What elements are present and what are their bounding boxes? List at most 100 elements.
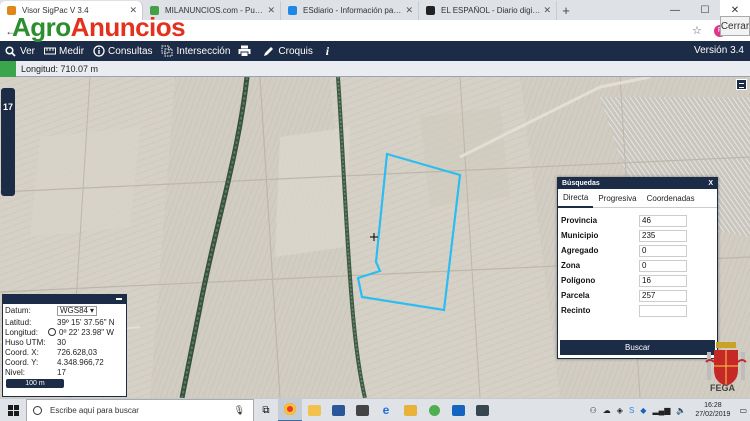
poligono-label: Polígono xyxy=(561,276,596,285)
bookmark-star-icon[interactable]: ☆ xyxy=(692,24,708,37)
medir-button[interactable]: Medir xyxy=(43,45,84,58)
media-app-icon[interactable] xyxy=(446,399,470,421)
municipio-input[interactable]: 235 xyxy=(639,229,687,242)
tab-close-icon[interactable]: ✕ xyxy=(267,5,275,16)
browser-tab-3[interactable]: EL ESPAÑOL - Diario digital, plur ✕ xyxy=(419,1,557,20)
zoom-level-tab[interactable]: 17 xyxy=(1,88,15,196)
skype-icon[interactable]: S xyxy=(629,406,634,415)
volume-icon[interactable]: 🔈 xyxy=(676,406,686,415)
agregado-input[interactable]: 0 xyxy=(639,244,687,257)
microphone-icon[interactable]: 🎙 xyxy=(234,405,245,416)
taskbar-search-box[interactable]: Escribe aquí para buscar 🎙 xyxy=(26,398,254,421)
tab-title: EL ESPAÑOL - Diario digital, plur xyxy=(441,6,541,15)
agregado-label: Agregado xyxy=(561,246,599,255)
zona-input[interactable]: 0 xyxy=(639,259,687,272)
clock-time: 16:28 xyxy=(704,402,722,409)
busquedas-tabs: Directa Progresiva Coordenadas xyxy=(558,189,717,208)
tab-progresiva[interactable]: Progresiva xyxy=(593,189,641,208)
interseccion-label: Intersección xyxy=(176,45,231,57)
task-view-icon[interactable]: ⧉ xyxy=(254,399,278,421)
print-button[interactable] xyxy=(238,45,254,58)
people-icon[interactable]: ⚇ xyxy=(590,406,597,415)
consultas-label: Consultas xyxy=(108,45,153,57)
poligono-input[interactable]: 16 xyxy=(639,274,687,287)
clock-date: 27/02/2019 xyxy=(695,411,731,418)
close-tooltip: Cerrar xyxy=(720,16,750,36)
length-bar: Longitud: 710.07 m xyxy=(0,60,750,77)
tab-coordenadas[interactable]: Coordenadas xyxy=(642,189,700,208)
word-icon[interactable] xyxy=(326,399,350,421)
recinto-input[interactable] xyxy=(639,304,687,317)
dropbox-icon[interactable]: ◆ xyxy=(640,406,646,415)
layers-icon[interactable] xyxy=(736,79,747,90)
buscar-button[interactable]: Buscar xyxy=(560,340,715,355)
tab-directa[interactable]: Directa xyxy=(558,189,594,208)
huso-value: 30 xyxy=(57,337,66,347)
windows-logo-icon xyxy=(7,404,19,416)
watermark-part1: Agro xyxy=(12,12,71,42)
nivel-value: 17 xyxy=(57,367,66,377)
photos-icon[interactable] xyxy=(470,399,494,421)
coord-y-value: 4.348.966,72 xyxy=(57,357,104,367)
tab-favicon-icon xyxy=(288,6,297,15)
datum-select[interactable]: WGS84 ▾ xyxy=(57,305,97,316)
busquedas-close-icon[interactable]: X xyxy=(708,180,713,187)
datum-value: WGS84 xyxy=(60,305,89,315)
chrome-icon[interactable] xyxy=(278,398,302,421)
app-toolbar: Ver Medir Consultas Intersección Croquis… xyxy=(0,41,750,61)
interseccion-button[interactable]: Intersección xyxy=(161,45,231,58)
parcela-input[interactable]: 257 xyxy=(639,289,687,302)
zona-label: Zona xyxy=(561,261,581,270)
tab-close-icon[interactable]: ✕ xyxy=(543,5,551,16)
cloud-icon[interactable]: ☁ xyxy=(603,406,611,415)
browser-tab-2[interactable]: ESdiario - Información para decid ✕ xyxy=(281,1,419,20)
agroanuncios-watermark: AgroAnuncios xyxy=(12,12,186,42)
start-button[interactable] xyxy=(0,399,26,421)
edge-icon[interactable]: e xyxy=(374,399,398,421)
dropdown-arrow-icon: ▾ xyxy=(89,305,94,315)
window-controls: — ☐ ✕ Cerrar xyxy=(660,0,750,36)
folder-icon[interactable] xyxy=(398,399,422,421)
datum-row: Datum: WGS84 ▾ xyxy=(3,304,126,317)
ver-button[interactable]: Ver xyxy=(4,45,35,58)
lon-label: Longitud: xyxy=(5,327,38,337)
busquedas-header: Búsquedas X xyxy=(558,178,717,189)
lat-label: Latitud: xyxy=(5,317,32,327)
taskbar-clock[interactable]: 16:28 27/02/2019 xyxy=(695,401,730,419)
taskbar-search-placeholder: Escribe aquí para buscar xyxy=(50,405,139,415)
file-explorer-icon[interactable] xyxy=(302,399,326,421)
window-close-icon[interactable]: ✕ Cerrar xyxy=(720,0,750,36)
notifications-icon[interactable]: ▭ xyxy=(739,406,747,415)
length-readout: Longitud: 710.07 m xyxy=(21,63,99,74)
print-icon xyxy=(238,45,251,58)
system-tray: ⚇ ☁ ◈ S ◆ ▂▄▆ 🔈 16:28 27/02/2019 ▭ xyxy=(587,399,750,421)
field-row-zona: Zona 0 xyxy=(561,258,714,273)
minimize-panel-icon[interactable] xyxy=(116,298,122,300)
croquis-button[interactable]: Croquis xyxy=(262,45,313,58)
minimize-icon[interactable]: — xyxy=(660,0,690,20)
busquedas-panel: Búsquedas X Directa Progresiva Coordenad… xyxy=(557,177,718,359)
globe-icon[interactable] xyxy=(48,328,56,336)
torrent-icon[interactable] xyxy=(422,399,446,421)
coordinates-panel: Datum: WGS84 ▾ Latitud: 39º 15' 37.56" N … xyxy=(2,294,127,397)
coord-x-row: Coord. X: 726.628,03 xyxy=(3,347,126,357)
network-icon[interactable]: ▂▄▆ xyxy=(652,406,670,415)
consultas-button[interactable]: Consultas xyxy=(92,45,153,58)
coordinates-header xyxy=(3,295,126,304)
lat-value: 39º 15' 37.56" N xyxy=(57,317,115,327)
tab-close-icon[interactable]: ✕ xyxy=(405,5,413,16)
search-icon xyxy=(33,405,42,415)
intersection-icon xyxy=(161,45,174,58)
info-button[interactable]: i xyxy=(321,44,337,58)
new-tab-button[interactable]: + xyxy=(557,1,575,20)
huso-label: Huso UTM: xyxy=(5,337,46,347)
antivirus-icon[interactable]: ◈ xyxy=(617,406,623,415)
scale-bar: 100 m xyxy=(6,379,64,388)
search-icon xyxy=(4,45,17,58)
maximize-icon[interactable]: ☐ xyxy=(690,0,720,20)
watermark-part2: Anuncios xyxy=(70,12,186,42)
provincia-input[interactable]: 46 xyxy=(639,214,687,227)
huso-row: Huso UTM: 30 xyxy=(3,337,126,347)
calculator-icon[interactable] xyxy=(350,399,374,421)
busquedas-fields: Provincia 46 Municipio 235 Agregado 0 Zo… xyxy=(558,208,717,318)
